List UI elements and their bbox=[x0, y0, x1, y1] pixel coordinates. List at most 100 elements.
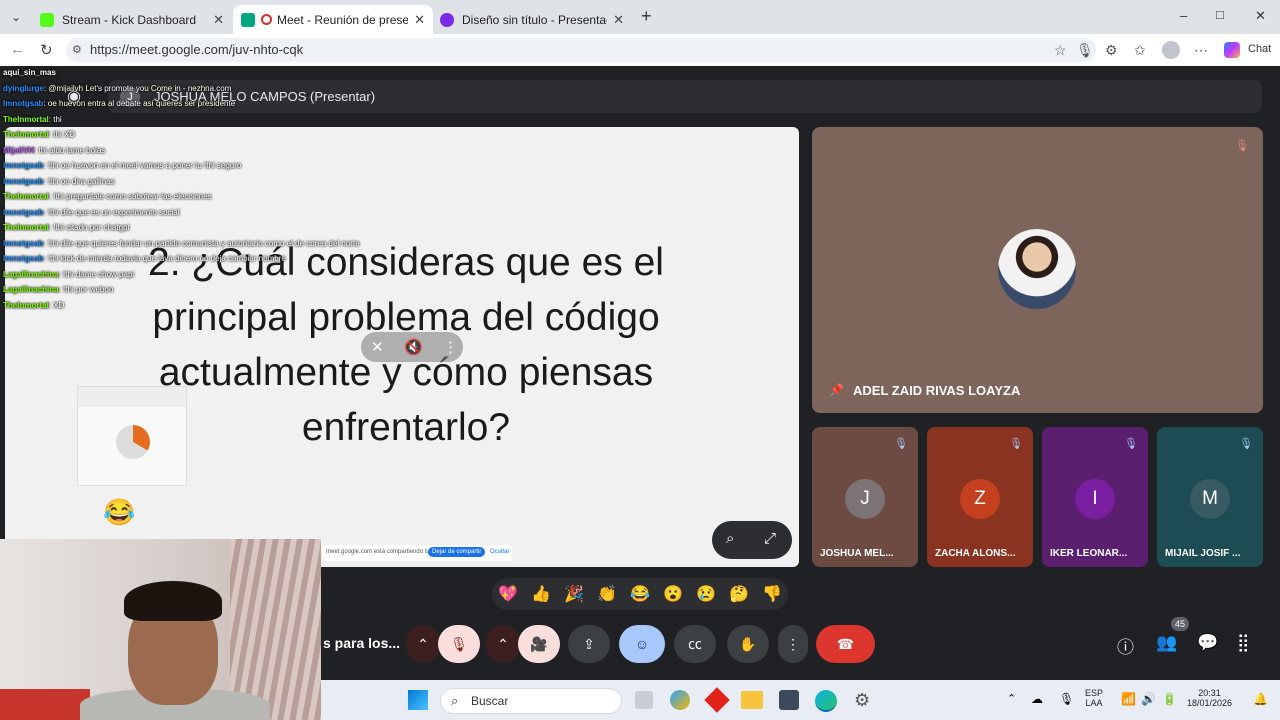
camera-options-button[interactable]: ⌃ bbox=[486, 625, 520, 663]
minimize-button[interactable]: – bbox=[1180, 8, 1187, 23]
clock-time: 20:31 bbox=[1198, 688, 1221, 698]
settings-app-icon[interactable]: ⚙ bbox=[854, 690, 870, 711]
activities-icon[interactable]: ⣿ bbox=[1237, 633, 1249, 653]
participant-avatar: I bbox=[1075, 479, 1115, 519]
chat-message: TheInmortal: !thi citado por chatgpt bbox=[3, 223, 130, 232]
unpin-icon[interactable]: ✕ bbox=[371, 338, 384, 356]
taskbar-search[interactable]: ⌕ Buscar bbox=[440, 688, 622, 714]
tab-kick-dashboard[interactable]: Stream - Kick Dashboard ✕ bbox=[32, 5, 232, 34]
participant-tile[interactable]: 🎙 I IKER LEONAR... bbox=[1042, 427, 1148, 567]
chat-message: lmnotgsab: oe huevon entra al debate así… bbox=[3, 99, 235, 108]
volume-icon[interactable]: 🔊 bbox=[1141, 692, 1156, 706]
heart-reaction-button[interactable]: 💖 bbox=[498, 584, 518, 604]
wifi-icon[interactable]: 📶 bbox=[1121, 692, 1136, 706]
language-code: ESP bbox=[1085, 688, 1104, 698]
copilot-icon[interactable] bbox=[1224, 42, 1240, 58]
chat-text: : !thi oe huevon en el meet vamos a pone… bbox=[43, 161, 242, 170]
chat-message: aqui_sin_mas bbox=[3, 68, 56, 77]
edge-icon[interactable] bbox=[815, 690, 837, 712]
mic-toggle-button[interactable]: 🎙 bbox=[438, 625, 480, 663]
maximize-button[interactable]: □ bbox=[1216, 7, 1224, 22]
task-view-icon[interactable] bbox=[635, 691, 653, 709]
clock[interactable]: 20:31 18/01/2026 bbox=[1187, 688, 1232, 708]
copilot-chat-label[interactable]: Chat bbox=[1248, 43, 1271, 55]
tab-title: Meet - Reunión de presentaci bbox=[277, 12, 409, 27]
chat-username: dyinglurge bbox=[3, 83, 44, 93]
extension-icon[interactable]: ⚙ bbox=[1105, 42, 1118, 59]
site-info-icon[interactable]: ⚙ bbox=[72, 38, 82, 62]
app-icon-2[interactable] bbox=[704, 687, 730, 713]
mini-window-toolbar bbox=[78, 387, 186, 407]
participant-tile[interactable]: 🎙 M MIJAIL JOSIF ... bbox=[1157, 427, 1263, 567]
bookmark-star-icon[interactable]: ☆ bbox=[1054, 42, 1067, 59]
participant-count-badge: 45 bbox=[1171, 617, 1189, 631]
reload-icon[interactable]: ↻ bbox=[40, 41, 53, 59]
close-window-button[interactable]: ✕ bbox=[1255, 8, 1266, 24]
leave-call-button[interactable]: ☎ bbox=[816, 625, 875, 663]
tray-mic-icon[interactable]: 🎙 bbox=[1059, 692, 1074, 706]
chat-message: dyinglurge: @mijailvh Let's promote you … bbox=[3, 84, 231, 93]
emoji-reactions-button[interactable]: ☺ bbox=[619, 625, 665, 663]
tray-chevron-icon[interactable]: ⌃ bbox=[1007, 692, 1016, 705]
camera-toggle-button[interactable]: 🎥 bbox=[518, 625, 560, 663]
mute-presentation-icon[interactable]: 🔇 bbox=[404, 338, 423, 356]
stop-sharing-button[interactable]: Dejar de compartir bbox=[428, 547, 486, 557]
thumbs-down-reaction-button[interactable]: 👎 bbox=[762, 584, 782, 604]
participant-name: JOSHUA MEL... bbox=[820, 548, 894, 559]
tray-app-icon[interactable]: ☁ bbox=[1031, 692, 1043, 706]
back-icon[interactable]: ← bbox=[10, 41, 25, 58]
participant-tile[interactable]: 🎙 Z ZACHA ALONS... bbox=[927, 427, 1033, 567]
clap-reaction-button[interactable]: 👏 bbox=[597, 584, 617, 604]
more-options-icon[interactable]: ⋮ bbox=[443, 338, 458, 356]
zoom-in-icon[interactable]: ⌕ bbox=[726, 530, 734, 547]
close-tab-icon[interactable]: ✕ bbox=[613, 12, 624, 28]
present-screen-button[interactable]: ⇪ bbox=[568, 625, 610, 663]
mic-options-button[interactable]: ⌃ bbox=[406, 625, 440, 663]
thumbs-up-reaction-button[interactable]: 👍 bbox=[531, 584, 551, 604]
chat-username: lmnotgsab bbox=[3, 99, 44, 108]
profile-avatar[interactable] bbox=[1162, 41, 1180, 59]
hide-notice-button[interactable]: Ocultar bbox=[490, 549, 509, 555]
tab-list-chevron-icon[interactable]: ⌄ bbox=[11, 10, 21, 24]
mic-icon[interactable]: 🎙 bbox=[1076, 42, 1094, 59]
windows-start-icon[interactable] bbox=[408, 690, 428, 710]
webcam-background-object bbox=[0, 689, 90, 720]
app-icon-1[interactable] bbox=[670, 690, 690, 710]
people-icon[interactable]: 👥 bbox=[1156, 633, 1177, 653]
webcam-person-hair bbox=[124, 581, 222, 621]
file-explorer-icon[interactable] bbox=[741, 691, 763, 709]
captions-button[interactable]: ㏄ bbox=[674, 625, 716, 663]
sad-reaction-button[interactable]: 😢 bbox=[696, 584, 716, 604]
tab-canva-presentation[interactable]: Diseño sin título - Presentación ✕ bbox=[432, 5, 632, 34]
more-options-button[interactable]: ⋮ bbox=[778, 625, 808, 663]
laugh-reaction-button[interactable]: 😂 bbox=[630, 584, 650, 604]
participant-tile[interactable]: 🎙 J JOSHUA MEL... bbox=[812, 427, 918, 567]
chat-username: TheInmortal bbox=[3, 114, 49, 124]
search-placeholder: Buscar bbox=[471, 694, 509, 708]
close-tab-icon[interactable]: ✕ bbox=[414, 12, 425, 28]
battery-icon[interactable]: 🔋 bbox=[1162, 692, 1177, 706]
pin-icon[interactable]: 📌 bbox=[829, 383, 844, 397]
windows-taskbar: ⌕ Buscar ⚙ ⌃ ☁ 🎙 ESP LAA 📶 🔊 🔋 20:31 18/… bbox=[321, 680, 1280, 720]
party-reaction-button[interactable]: 🎉 bbox=[564, 584, 584, 604]
notifications-icon[interactable]: 🔔 bbox=[1253, 692, 1268, 706]
close-tab-icon[interactable]: ✕ bbox=[213, 12, 224, 28]
keyboard-language[interactable]: ESP LAA bbox=[1085, 688, 1103, 708]
tab-meet[interactable]: Meet - Reunión de presentaci ✕ bbox=[233, 5, 433, 34]
thinking-reaction-button[interactable]: 🤔 bbox=[729, 584, 749, 604]
main-participant-tile[interactable]: 🎙 📌 ADEL ZAID RIVAS LOAYZA bbox=[812, 127, 1263, 413]
chat-icon[interactable]: 💬 bbox=[1197, 633, 1218, 653]
chat-message: MijailVH: thi aldo lame bolas bbox=[3, 146, 105, 155]
url-field[interactable]: ⚙ https://meet.google.com/juv-nhto-cqk bbox=[66, 38, 1096, 62]
chat-message: TheInmortal: thi XD bbox=[3, 130, 75, 139]
raise-hand-button[interactable]: ✋ bbox=[727, 625, 769, 663]
favorites-icon[interactable]: ✩ bbox=[1134, 42, 1146, 59]
store-icon[interactable] bbox=[779, 690, 799, 710]
clock-date: 18/01/2026 bbox=[1187, 698, 1233, 708]
surprised-reaction-button[interactable]: 😮 bbox=[663, 584, 683, 604]
more-menu-icon[interactable]: ⋯ bbox=[1194, 42, 1208, 59]
address-bar: ← ↻ ⚙ https://meet.google.com/juv-nhto-c… bbox=[0, 34, 1280, 66]
new-tab-button[interactable]: + bbox=[641, 6, 652, 27]
meeting-info-icon[interactable]: ⓘ bbox=[1117, 633, 1134, 658]
fullscreen-icon[interactable]: ⤢ bbox=[764, 530, 776, 547]
